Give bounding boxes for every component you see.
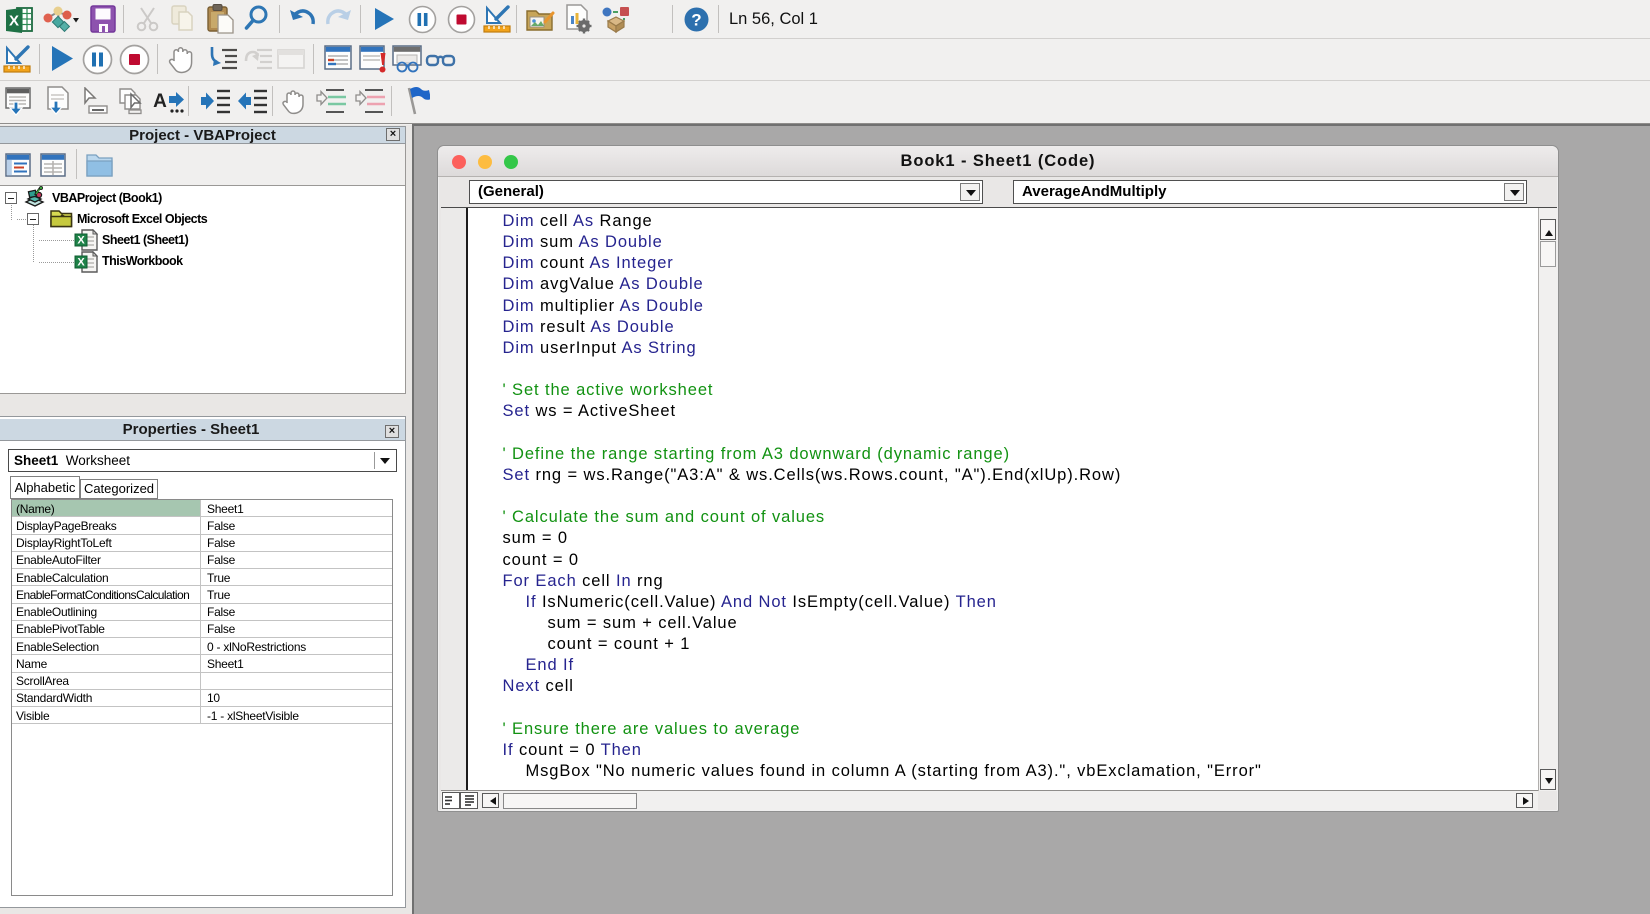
svg-text:?: ? xyxy=(691,11,701,30)
svg-text:X: X xyxy=(77,257,85,269)
svg-text:X: X xyxy=(77,235,85,247)
svg-text:A: A xyxy=(153,91,167,112)
svg-text:X: X xyxy=(9,13,19,30)
